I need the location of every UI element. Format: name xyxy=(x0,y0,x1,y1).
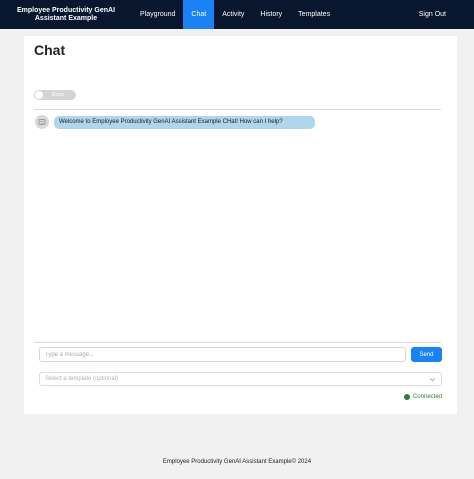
message-input[interactable] xyxy=(39,347,406,362)
bot-icon xyxy=(35,115,49,129)
top-navbar: Employee Productivity GenAI Assistant Ex… xyxy=(0,0,474,29)
nav-item-activity[interactable]: Activity xyxy=(214,0,252,29)
toggle-knob xyxy=(35,91,43,99)
template-select-placeholder: Select a template (optional) xyxy=(45,376,119,382)
nav-item-playground[interactable]: Playground xyxy=(132,0,183,29)
chevron-down-icon xyxy=(430,378,435,382)
page-title: Chat xyxy=(34,42,66,58)
status-dot-icon xyxy=(403,394,410,400)
chat-message-bubble: Welcome to Employee Productivity GenAI A… xyxy=(54,116,315,129)
nav-items: Playground Chat Activity History Templat… xyxy=(132,0,338,29)
divider xyxy=(34,109,441,110)
mode-toggle[interactable]: Basic xyxy=(34,90,76,100)
nav-item-history[interactable]: History xyxy=(252,0,290,29)
send-button[interactable]: Send xyxy=(411,347,442,362)
footer: Employee Productivity GenAI Assistant Ex… xyxy=(162,459,312,465)
divider xyxy=(34,342,441,343)
template-select[interactable]: Select a template (optional) xyxy=(39,372,442,386)
nav-item-chat[interactable]: Chat xyxy=(183,0,215,29)
connection-status: Connected xyxy=(403,394,442,400)
status-text: Connected xyxy=(412,394,442,400)
chat-card: Chat Basic Welcome to Employee Productiv… xyxy=(24,36,457,414)
brand-title[interactable]: Employee Productivity GenAI Assistant Ex… xyxy=(0,0,132,29)
sign-out-link[interactable]: Sign Out xyxy=(419,0,446,29)
toggle-label: Basic xyxy=(52,92,65,98)
nav-item-templates[interactable]: Templates xyxy=(290,0,338,29)
